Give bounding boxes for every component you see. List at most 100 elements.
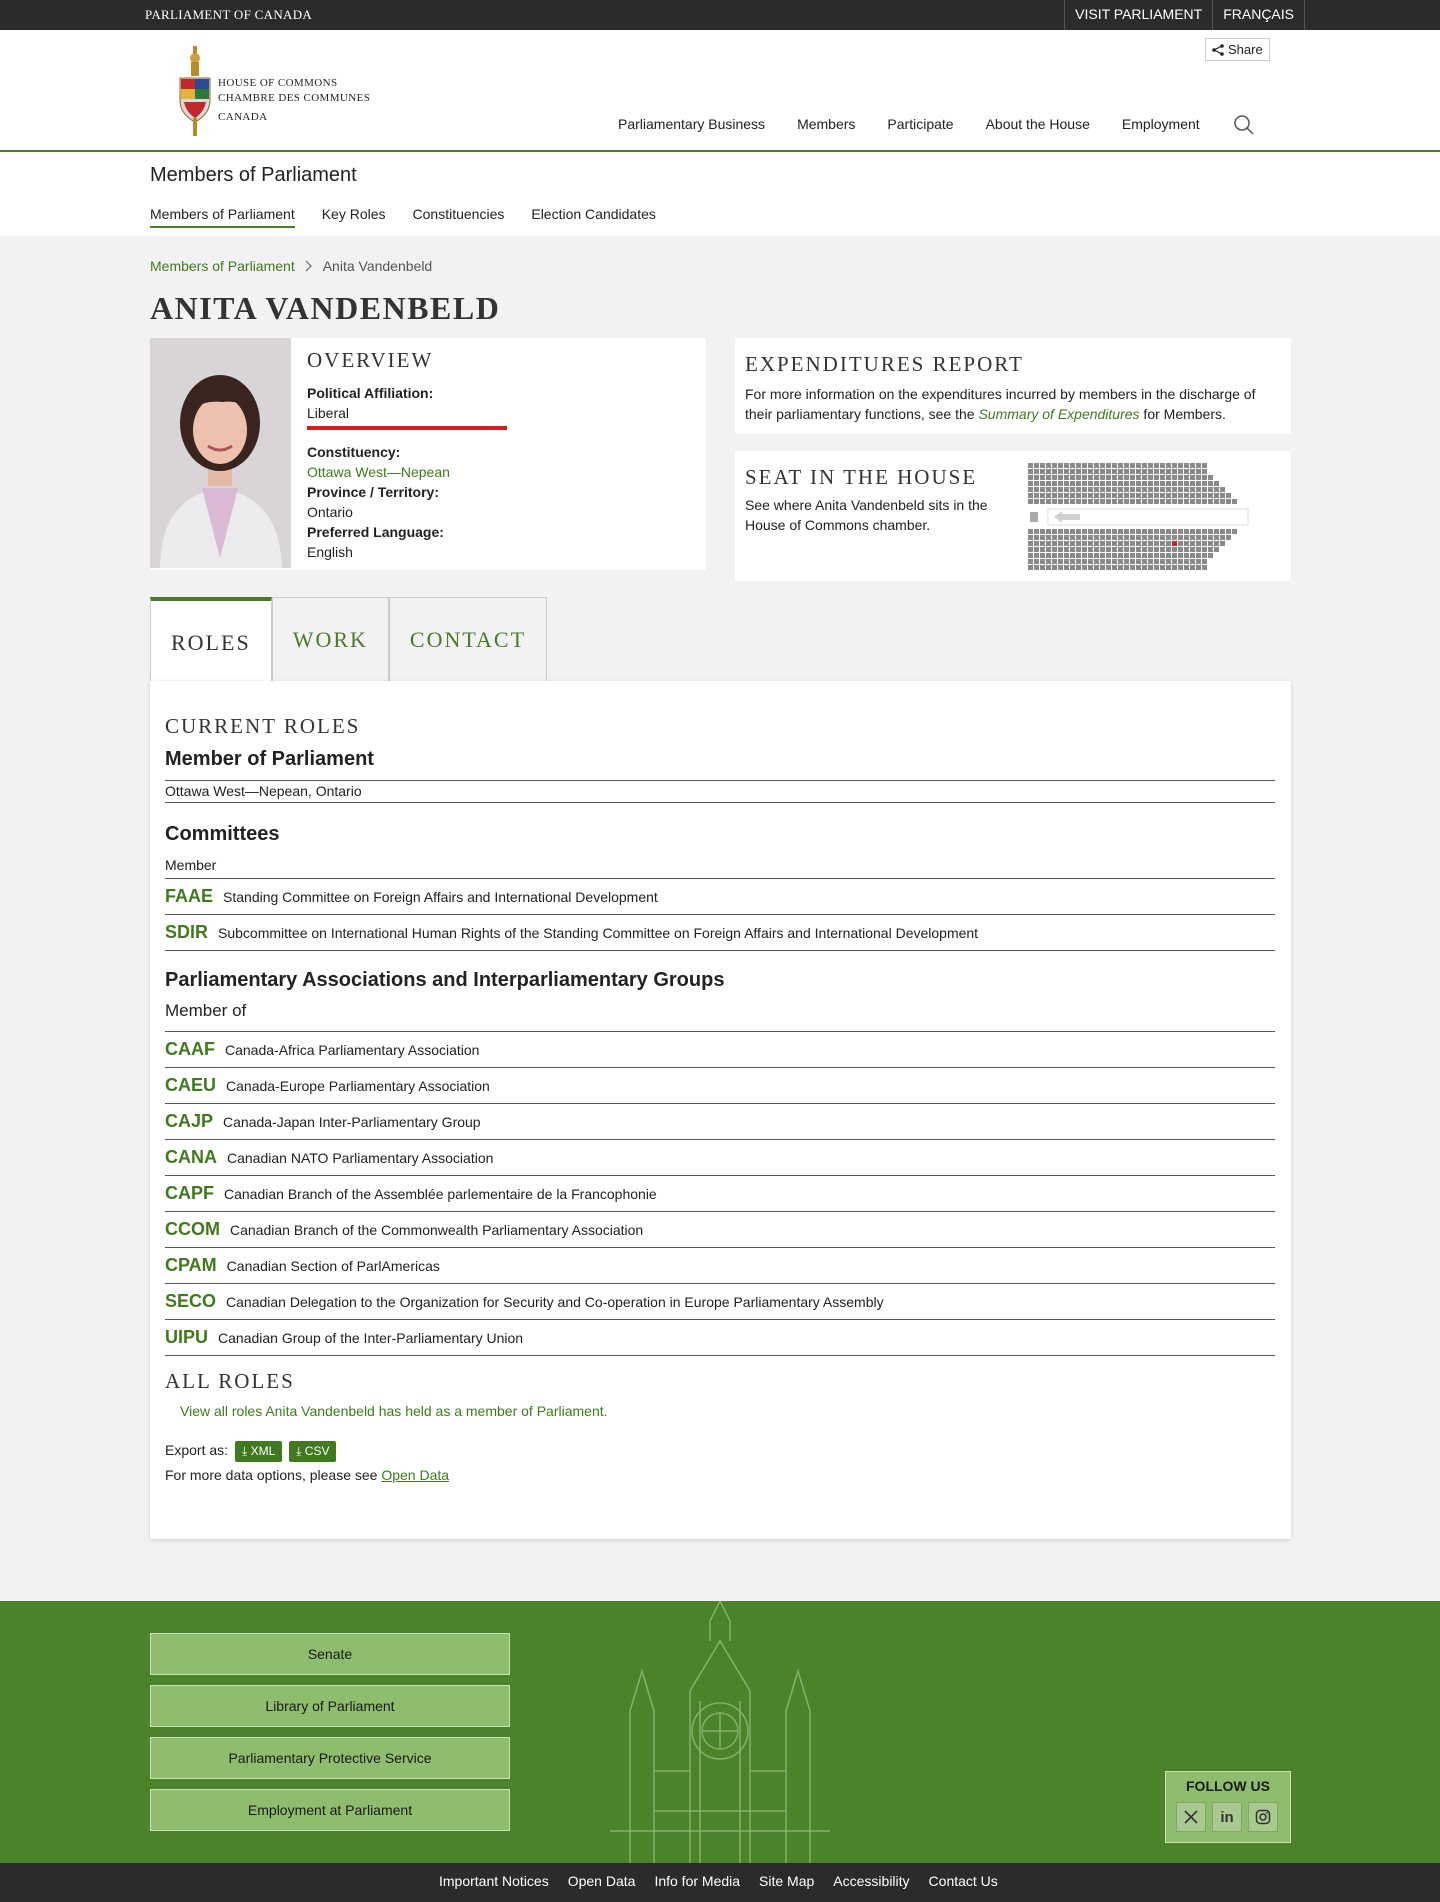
seat: [1088, 535, 1093, 540]
seat: [1166, 469, 1171, 474]
seat: [1202, 487, 1207, 492]
association-row[interactable]: UIPU Canadian Group of the Inter-Parliame…: [165, 1320, 1275, 1356]
seat: [1076, 493, 1081, 498]
seat: [1178, 547, 1183, 552]
committee-code[interactable]: FAAE: [165, 886, 213, 907]
constituency-link[interactable]: Ottawa West—Nepean: [307, 462, 507, 482]
footer-protective-service-link[interactable]: Parliamentary Protective Service: [150, 1737, 510, 1779]
association-row[interactable]: CAEU Canada-Europe Parliamentary Associat…: [165, 1068, 1275, 1104]
committee-code[interactable]: SDIR: [165, 922, 208, 943]
linkedin-icon[interactable]: in: [1212, 1802, 1242, 1832]
association-row[interactable]: CAPF Canadian Branch of the Assemblée par…: [165, 1176, 1275, 1212]
seat: [1076, 529, 1081, 534]
subnav-election-candidates[interactable]: Election Candidates: [531, 206, 656, 228]
footer-site-map-link[interactable]: Site Map: [759, 1873, 814, 1889]
association-code[interactable]: CAJP: [165, 1111, 213, 1132]
seat: [1184, 565, 1189, 570]
association-name: Canadian Branch of the Commonwealth Parl…: [230, 1221, 644, 1238]
visit-parliament-link[interactable]: VISIT PARLIAMENT: [1064, 0, 1212, 30]
footer-employment-link[interactable]: Employment at Parliament: [150, 1789, 510, 1831]
seat: [1082, 553, 1087, 558]
footer-important-notices-link[interactable]: Important Notices: [439, 1873, 549, 1889]
nav-employment[interactable]: Employment: [1122, 116, 1200, 132]
mp-heading: Member of Parliament: [165, 748, 374, 770]
seat: [1040, 469, 1045, 474]
seat: [1094, 463, 1099, 468]
footer-info-for-media-link[interactable]: Info for Media: [654, 1873, 740, 1889]
seat: [1154, 559, 1159, 564]
seat: [1160, 463, 1165, 468]
seat-map[interactable]: [1028, 463, 1254, 571]
seat: [1184, 535, 1189, 540]
nav-parliamentary-business[interactable]: Parliamentary Business: [618, 116, 765, 132]
association-row[interactable]: CAAF Canada-Africa Parliamentary Associat…: [165, 1032, 1275, 1068]
seat: [1070, 535, 1075, 540]
footer-contact-us-link[interactable]: Contact Us: [929, 1873, 998, 1889]
association-row[interactable]: CANA Canadian NATO Parliamentary Associat…: [165, 1140, 1275, 1176]
association-code[interactable]: CAAF: [165, 1039, 215, 1060]
seat: [1190, 487, 1195, 492]
open-data-link[interactable]: Open Data: [381, 1467, 449, 1483]
nav-about-the-house[interactable]: About the House: [986, 116, 1090, 132]
seat: [1220, 535, 1225, 540]
all-roles-link[interactable]: View all roles Anita Vandenbeld has held…: [180, 1403, 1290, 1419]
footer-library-link[interactable]: Library of Parliament: [150, 1685, 510, 1727]
committee-row[interactable]: SDIR Subcommittee on International Human …: [165, 915, 1275, 951]
export-csv-button[interactable]: ⤓ CSV: [289, 1441, 337, 1462]
association-row[interactable]: CAJP Canada-Japan Inter-Parliamentary Gro…: [165, 1104, 1275, 1140]
seat: [1160, 487, 1165, 492]
seat: [1196, 541, 1201, 546]
province-label: Province / Territory:: [307, 484, 440, 500]
association-name: Canadian Section of ParlAmericas: [226, 1257, 440, 1274]
association-row[interactable]: CCOM Canadian Branch of the Commonwealth …: [165, 1212, 1275, 1248]
seat: [1052, 469, 1057, 474]
subnav-key-roles[interactable]: Key Roles: [322, 206, 386, 228]
share-button[interactable]: Share: [1205, 38, 1270, 61]
seat: [1154, 565, 1159, 570]
seat: [1028, 547, 1033, 552]
x-icon[interactable]: [1176, 1802, 1206, 1832]
association-code[interactable]: CPAM: [165, 1255, 217, 1276]
association-code[interactable]: CAEU: [165, 1075, 216, 1096]
association-code[interactable]: UIPU: [165, 1327, 208, 1348]
seat: [1202, 547, 1207, 552]
seat-heading: Seat in the House: [745, 465, 978, 489]
seat: [1196, 559, 1201, 564]
footer-accessibility-link[interactable]: Accessibility: [833, 1873, 909, 1889]
language-toggle-link[interactable]: FRANÇAIS: [1212, 0, 1305, 30]
instagram-icon[interactable]: [1248, 1802, 1278, 1832]
summary-of-expenditures-link[interactable]: Summary of Expenditures: [978, 406, 1139, 422]
association-code[interactable]: CANA: [165, 1147, 217, 1168]
seat: [1034, 481, 1039, 486]
house-of-commons-logo[interactable]: House of Commons Chambre des communes Ca…: [178, 46, 398, 144]
nav-participate[interactable]: Participate: [887, 116, 953, 132]
nav-members[interactable]: Members: [797, 116, 855, 132]
seat: [1202, 553, 1207, 558]
tab-work[interactable]: Work: [271, 597, 389, 682]
seat: [1160, 559, 1165, 564]
tab-contact[interactable]: Contact: [388, 597, 548, 682]
seat: [1118, 493, 1123, 498]
breadcrumb-parent-link[interactable]: Members of Parliament: [150, 258, 295, 274]
footer-senate-link[interactable]: Senate: [150, 1633, 510, 1675]
seat: [1154, 481, 1159, 486]
association-row[interactable]: SECO Canadian Delegation to the Organizat…: [165, 1284, 1275, 1320]
search-icon[interactable]: [1233, 114, 1255, 136]
subnav-members-of-parliament[interactable]: Members of Parliament: [150, 206, 295, 228]
tab-roles[interactable]: Roles: [150, 597, 272, 682]
association-code[interactable]: CCOM: [165, 1219, 220, 1240]
seat: [1112, 463, 1117, 468]
seat: [1088, 493, 1093, 498]
footer-open-data-link[interactable]: Open Data: [568, 1873, 636, 1889]
association-code[interactable]: CAPF: [165, 1183, 214, 1204]
committee-row[interactable]: FAAE Standing Committee on Foreign Affair…: [165, 879, 1275, 915]
seat: [1130, 529, 1135, 534]
association-row[interactable]: CPAM Canadian Section of ParlAmericas: [165, 1248, 1275, 1284]
seat: [1040, 553, 1045, 558]
seat: [1178, 541, 1183, 546]
site-name[interactable]: Parliament of Canada: [145, 7, 312, 23]
export-xml-button[interactable]: ⤓ XML: [234, 1441, 283, 1462]
seat: [1118, 565, 1123, 570]
association-code[interactable]: SECO: [165, 1291, 216, 1312]
subnav-constituencies[interactable]: Constituencies: [413, 206, 505, 228]
